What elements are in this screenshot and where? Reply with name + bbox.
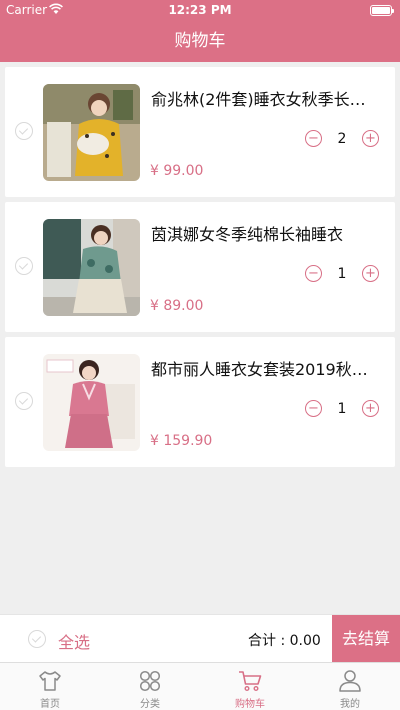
product-price: ¥ 89.00 [150, 298, 204, 314]
product-image[interactable] [43, 84, 140, 181]
battery-icon [370, 5, 394, 16]
item-checkbox[interactable] [15, 122, 33, 140]
tab-home[interactable]: 首页 [0, 663, 100, 710]
product-title[interactable]: 俞兆林(2件套)睡衣女秋季长袖纯棉可爱卡通休闲家居服 [151, 86, 381, 110]
quantity-stepper: − 1 + [305, 400, 379, 418]
nav-bar: 购物车 [0, 20, 400, 62]
product-title[interactable]: 茵淇娜女冬季纯棉长袖睡衣 [151, 221, 381, 245]
cart-icon [239, 671, 262, 692]
decrease-button[interactable]: − [305, 130, 322, 147]
tab-label: 分类 [140, 699, 160, 710]
cart-item[interactable]: 俞兆林(2件套)睡衣女秋季长袖纯棉可爱卡通休闲家居服 − 2 + ¥ 99.00 [5, 67, 395, 197]
grid-icon [139, 670, 161, 692]
quantity-value: 1 [337, 401, 347, 417]
cart-item[interactable]: 都市丽人睡衣女套装2019秋冬新款 − 1 + ¥ 159.90 [5, 337, 395, 467]
quantity-value: 2 [337, 131, 347, 147]
product-photo-pajama-green [43, 219, 140, 316]
quantity-value: 1 [337, 266, 347, 282]
cart-item[interactable]: 茵淇娜女冬季纯棉长袖睡衣 − 1 + ¥ 89.00 [5, 202, 395, 332]
tab-label: 首页 [40, 699, 60, 710]
item-checkbox[interactable] [15, 257, 33, 275]
tab-category[interactable]: 分类 [100, 663, 200, 710]
product-image[interactable] [43, 219, 140, 316]
product-price: ¥ 99.00 [150, 163, 204, 179]
decrease-button[interactable]: − [305, 265, 322, 282]
select-all-label[interactable]: 全选 [58, 629, 90, 653]
product-photo-pajama-pink [43, 354, 140, 451]
shirt-icon [39, 671, 61, 691]
increase-button[interactable]: + [362, 400, 379, 417]
product-image[interactable] [43, 354, 140, 451]
tab-bar: 首页 分类 购物车 我的 [0, 662, 400, 710]
product-title[interactable]: 都市丽人睡衣女套装2019秋冬新款 [151, 356, 381, 380]
decrease-button[interactable]: − [305, 400, 322, 417]
checkout-button[interactable]: 去结算 [332, 615, 400, 663]
cart-list: 俞兆林(2件套)睡衣女秋季长袖纯棉可爱卡通休闲家居服 − 2 + ¥ 99.00 [5, 67, 395, 472]
checkout-bar: 全选 合计 : 0.00 去结算 [0, 614, 400, 663]
total-amount: 合计 : 0.00 [248, 633, 321, 649]
quantity-stepper: − 1 + [305, 265, 379, 283]
user-icon [339, 670, 361, 692]
product-photo-pajama-yellow [43, 84, 140, 181]
product-price: ¥ 159.90 [150, 433, 213, 449]
item-checkbox[interactable] [15, 392, 33, 410]
status-bar: Carrier 12:23 PM [0, 0, 400, 20]
increase-button[interactable]: + [362, 265, 379, 282]
quantity-stepper: − 2 + [305, 130, 379, 148]
clock: 12:23 PM [168, 3, 232, 17]
tab-profile[interactable]: 我的 [300, 663, 400, 710]
tab-cart[interactable]: 购物车 [200, 663, 300, 710]
tab-label: 购物车 [235, 699, 265, 710]
page-title: 购物车 [174, 31, 226, 51]
select-all-checkbox[interactable] [28, 630, 46, 648]
tab-label: 我的 [340, 699, 360, 710]
increase-button[interactable]: + [362, 130, 379, 147]
